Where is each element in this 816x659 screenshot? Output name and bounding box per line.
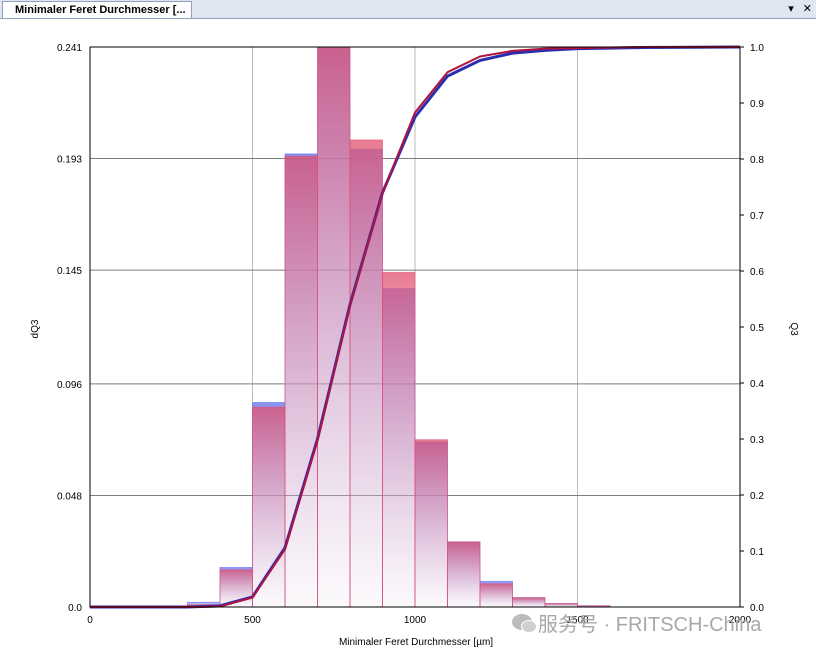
histogram-chart: 0 500 1000 1500 20000.00.0480.0960.1450.1930…: [30, 43, 799, 648]
y2-tick-label: 0.5: [750, 323, 764, 334]
y2-tick-label: 1.0: [750, 43, 764, 54]
close-icon[interactable]: ✕: [803, 1, 812, 17]
y2-tick-label: 0.8: [750, 155, 764, 166]
x-axis-label: Minimaler Feret Durchmesser [µm]: [339, 637, 493, 648]
histogram-bar: [479, 583, 513, 608]
histogram-bar: [414, 439, 448, 608]
y-tick-label: 0.0: [68, 603, 82, 614]
wechat-icon: [512, 614, 537, 633]
x-tick-label: 500: [244, 615, 261, 626]
chevron-down-icon[interactable]: ▾: [788, 1, 794, 17]
y2-tick-label: 0.9: [750, 99, 764, 110]
tab-title: Minimaler Feret Durchmesser [...: [15, 4, 186, 16]
y-tick-label: 0.048: [57, 491, 82, 502]
histogram-bar: [544, 603, 578, 608]
y2-tick-label: 0.3: [750, 435, 764, 446]
y-axis-label: dQ3: [30, 319, 41, 338]
y2-tick-label: 0.7: [750, 211, 764, 222]
watermark: 服务号 · FRITSCH-China: [512, 610, 762, 636]
y2-tick-label: 0.2: [750, 491, 764, 502]
y-tick-label: 0.193: [57, 155, 82, 166]
x-tick-label: 1000: [404, 615, 427, 626]
y-tick-label: 0.145: [57, 266, 82, 277]
histogram-bar: [512, 597, 546, 608]
tab-minimaler-feret[interactable]: Minimaler Feret Durchmesser [...: [2, 1, 192, 18]
tab-controls: ▾ ✕: [782, 1, 812, 17]
histogram-bar: [447, 541, 481, 608]
histogram-bar: [252, 406, 286, 608]
histogram-bar: [382, 271, 416, 608]
y-tick-label: 0.241: [57, 43, 82, 54]
chart-panel: 0 500 1000 1500 2000 0.0 0.048 0.096 0.145 0.193 0…: [0, 19, 816, 654]
y2-tick-label: 0.4: [750, 379, 764, 390]
y2-axis-label: Q3: [788, 322, 799, 336]
x-tick-label: 0: [87, 615, 93, 626]
histogram-bar: [284, 155, 318, 608]
y2-tick-label: 0.1: [750, 547, 764, 558]
watermark-text: 服务号 · FRITSCH-China: [538, 613, 762, 636]
tab-bar: Minimaler Feret Durchmesser [... ▾ ✕: [0, 0, 816, 19]
y2-tick-label: 0.6: [750, 267, 764, 278]
y-tick-label: 0.096: [57, 380, 82, 391]
